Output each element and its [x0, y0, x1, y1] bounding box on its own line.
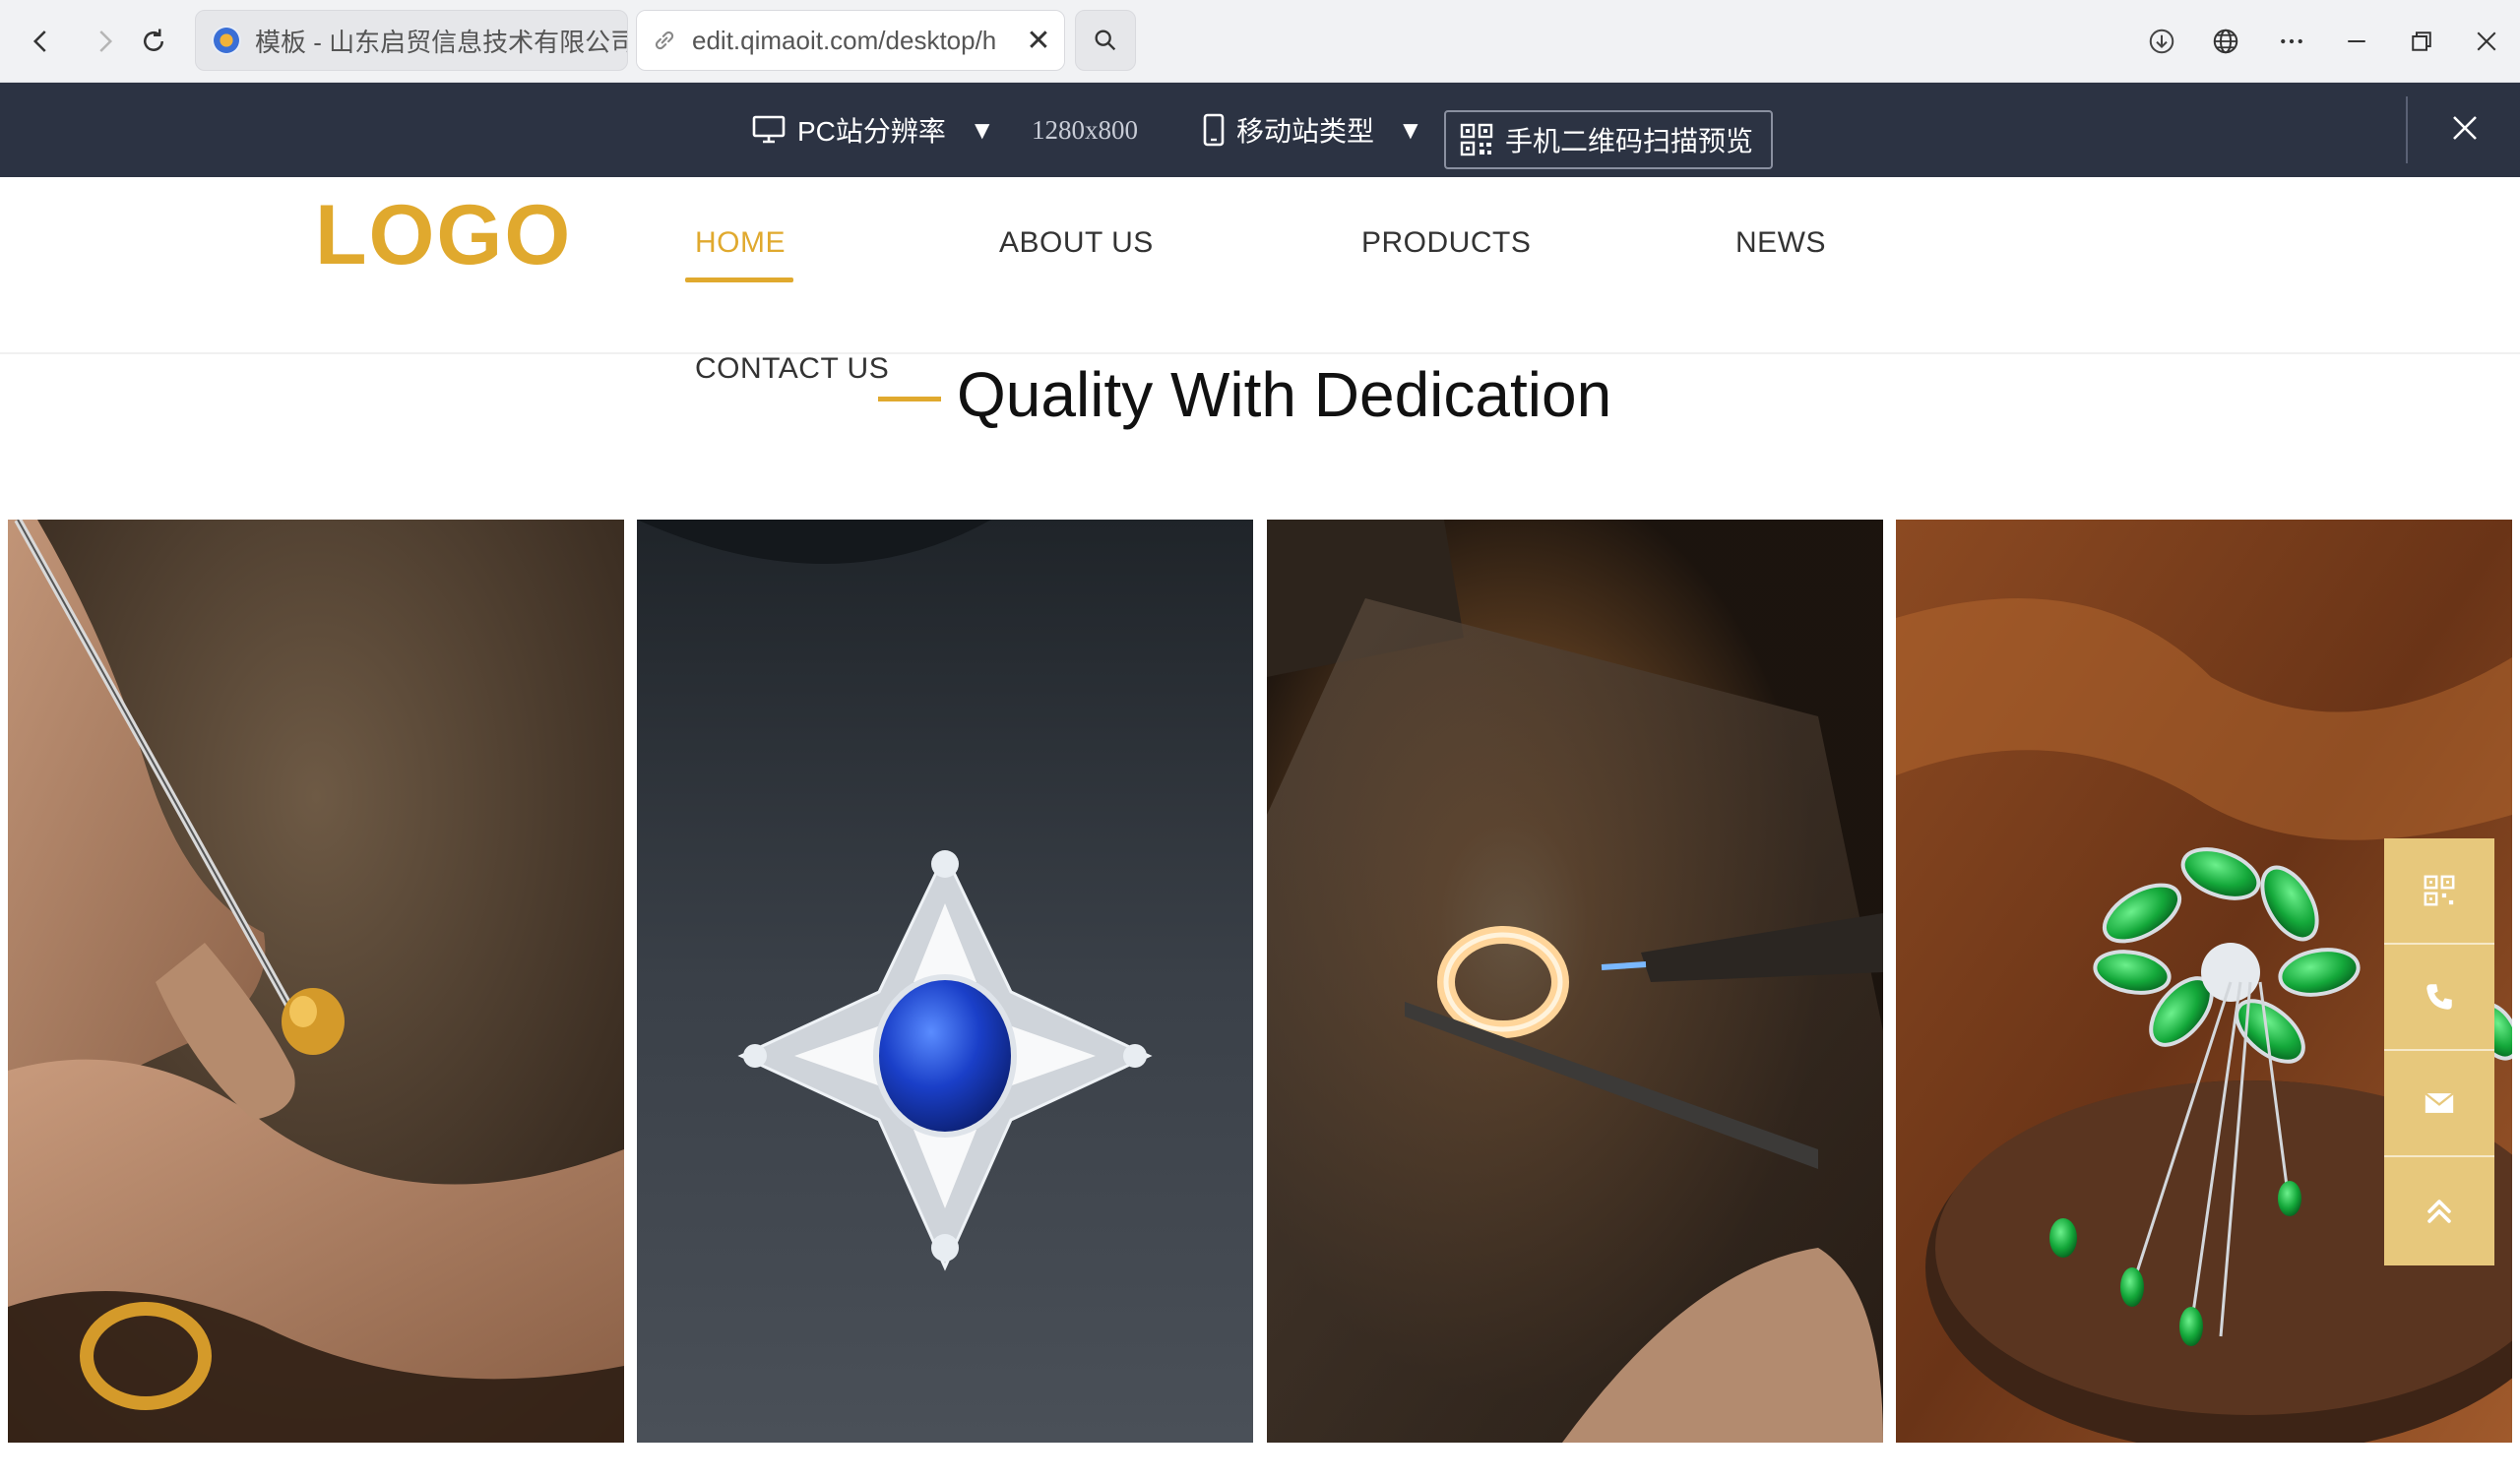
reload-button[interactable] — [130, 18, 177, 65]
site-header: LOGO HOME ABOUT US PRODUCTS NEWS CONTACT… — [0, 177, 2520, 385]
arrow-right-icon — [99, 31, 113, 52]
search-icon — [1095, 30, 1116, 51]
gallery-photo-gold-ring-crafting[interactable] — [8, 520, 624, 1443]
editor-toolbar: PC站分辨率 ▼ 1280x800 移动站类型 ▼ 手机二维码扫描预览 — [0, 83, 2520, 177]
tab-title: 模板 - 山东启贸信息技术有限公司 — [255, 27, 627, 57]
monitor-icon — [752, 115, 786, 144]
forward-button[interactable] — [81, 18, 128, 65]
tab-close-button[interactable]: ✕ — [1019, 21, 1058, 60]
nav-about-us[interactable]: ABOUT US — [999, 226, 1154, 260]
arrow-left-icon — [32, 31, 46, 52]
mobile-type-label: 移动站类型 — [1236, 116, 1375, 147]
site-logo[interactable]: LOGO — [315, 187, 572, 284]
chevron-down-icon: ▼ — [969, 114, 995, 145]
translate-button[interactable] — [2202, 18, 2249, 65]
chevron-down-icon: ▼ — [1398, 114, 1423, 145]
headline-accent-dash — [878, 397, 941, 401]
tab-search-button[interactable] — [1075, 10, 1136, 71]
close-window-button[interactable] — [2463, 18, 2510, 65]
float-qr-code-button[interactable] — [2384, 838, 2494, 945]
mail-icon — [2425, 1092, 2454, 1113]
mobile-phone-icon — [1203, 113, 1225, 147]
gold-ring-crafting-image — [8, 520, 624, 1443]
qr-preview-button[interactable]: 手机二维码扫描预览 — [1444, 110, 1774, 169]
globe-icon — [2213, 29, 2238, 54]
resolution-value: 1280x800 — [1032, 114, 1138, 145]
tab-editor[interactable]: edit.qimaoit.com/desktop/h ✕ — [636, 10, 1065, 71]
section-headline: Quality With Dedication — [957, 359, 1612, 430]
restore-button[interactable] — [2398, 18, 2445, 65]
qr-code-icon — [2424, 875, 2455, 906]
close-icon — [2477, 31, 2496, 51]
minimize-button[interactable] — [2333, 18, 2380, 65]
more-menu-button[interactable] — [2268, 18, 2315, 65]
nav-products[interactable]: PRODUCTS — [1361, 226, 1531, 260]
downloads-button[interactable] — [2138, 18, 2185, 65]
restore-icon — [2412, 31, 2431, 51]
sapphire-ring-image — [637, 520, 1253, 1443]
gallery-photo-sapphire-ring[interactable] — [637, 520, 1253, 1443]
float-mail-button[interactable] — [2384, 1051, 2494, 1157]
tab-url: edit.qimaoit.com/desktop/h — [692, 25, 997, 55]
pc-resolution-label: PC站分辨率 — [797, 116, 946, 147]
nav-home[interactable]: HOME — [695, 226, 786, 260]
back-to-top-icon — [2427, 1200, 2451, 1223]
minimize-icon — [2348, 40, 2365, 42]
link-icon — [655, 31, 674, 50]
reload-icon — [144, 29, 163, 51]
floating-contact-tools — [2384, 838, 2494, 1271]
gallery-photo-torch-ring[interactable] — [1267, 520, 1883, 1443]
back-button[interactable] — [18, 18, 65, 65]
float-back-to-top-button[interactable] — [2384, 1157, 2494, 1265]
phone-icon — [2426, 984, 2452, 1010]
tab-template[interactable]: 模板 - 山东启贸信息技术有限公司 — [195, 10, 628, 71]
qr-code-icon — [1460, 123, 1493, 156]
close-icon — [2453, 116, 2477, 140]
browser-toolbar: 模板 - 山东启贸信息技术有限公司 edit.qimaoit.com/deskt… — [0, 0, 2520, 83]
nav-contact-us[interactable]: CONTACT US — [695, 352, 889, 386]
qr-preview-label: 手机二维码扫描预览 — [1505, 126, 1754, 156]
more-dots-icon — [2281, 38, 2302, 44]
float-phone-button[interactable] — [2384, 945, 2494, 1051]
mobile-type-dropdown[interactable]: 移动站类型 ▼ — [1203, 83, 1423, 177]
site-favicon-icon — [212, 26, 241, 55]
download-icon — [2149, 29, 2174, 54]
close-editor-button[interactable] — [2437, 100, 2492, 155]
toolbar-divider — [2406, 96, 2408, 163]
nav-active-indicator — [685, 278, 793, 282]
torch-heating-ring-image — [1267, 520, 1883, 1443]
pc-resolution-dropdown[interactable]: PC站分辨率 ▼ — [752, 83, 995, 177]
nav-news[interactable]: NEWS — [1735, 226, 1826, 260]
